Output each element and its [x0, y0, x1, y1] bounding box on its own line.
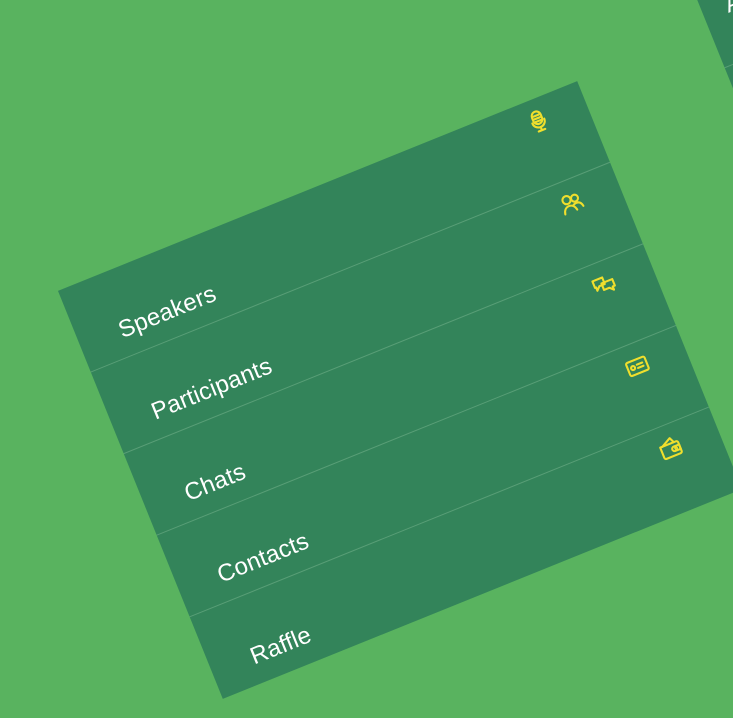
secondary-panel-divider	[724, 22, 733, 69]
id-card-icon	[615, 344, 659, 388]
navigation-menu: Speakers Participants Chats Contacts Raf…	[57, 81, 733, 699]
secondary-panel-label: Ab	[720, 0, 733, 19]
wallet-icon	[648, 426, 692, 470]
menu-item-label: Chats	[180, 457, 250, 507]
microphone-icon	[516, 99, 560, 143]
secondary-panel: Ab	[690, 0, 733, 200]
app-screen: Speakers Participants Chats Contacts Raf…	[0, 0, 733, 718]
menu-item-label: Raffle	[246, 621, 316, 671]
people-icon	[549, 181, 593, 225]
chat-bubbles-icon	[582, 262, 626, 306]
